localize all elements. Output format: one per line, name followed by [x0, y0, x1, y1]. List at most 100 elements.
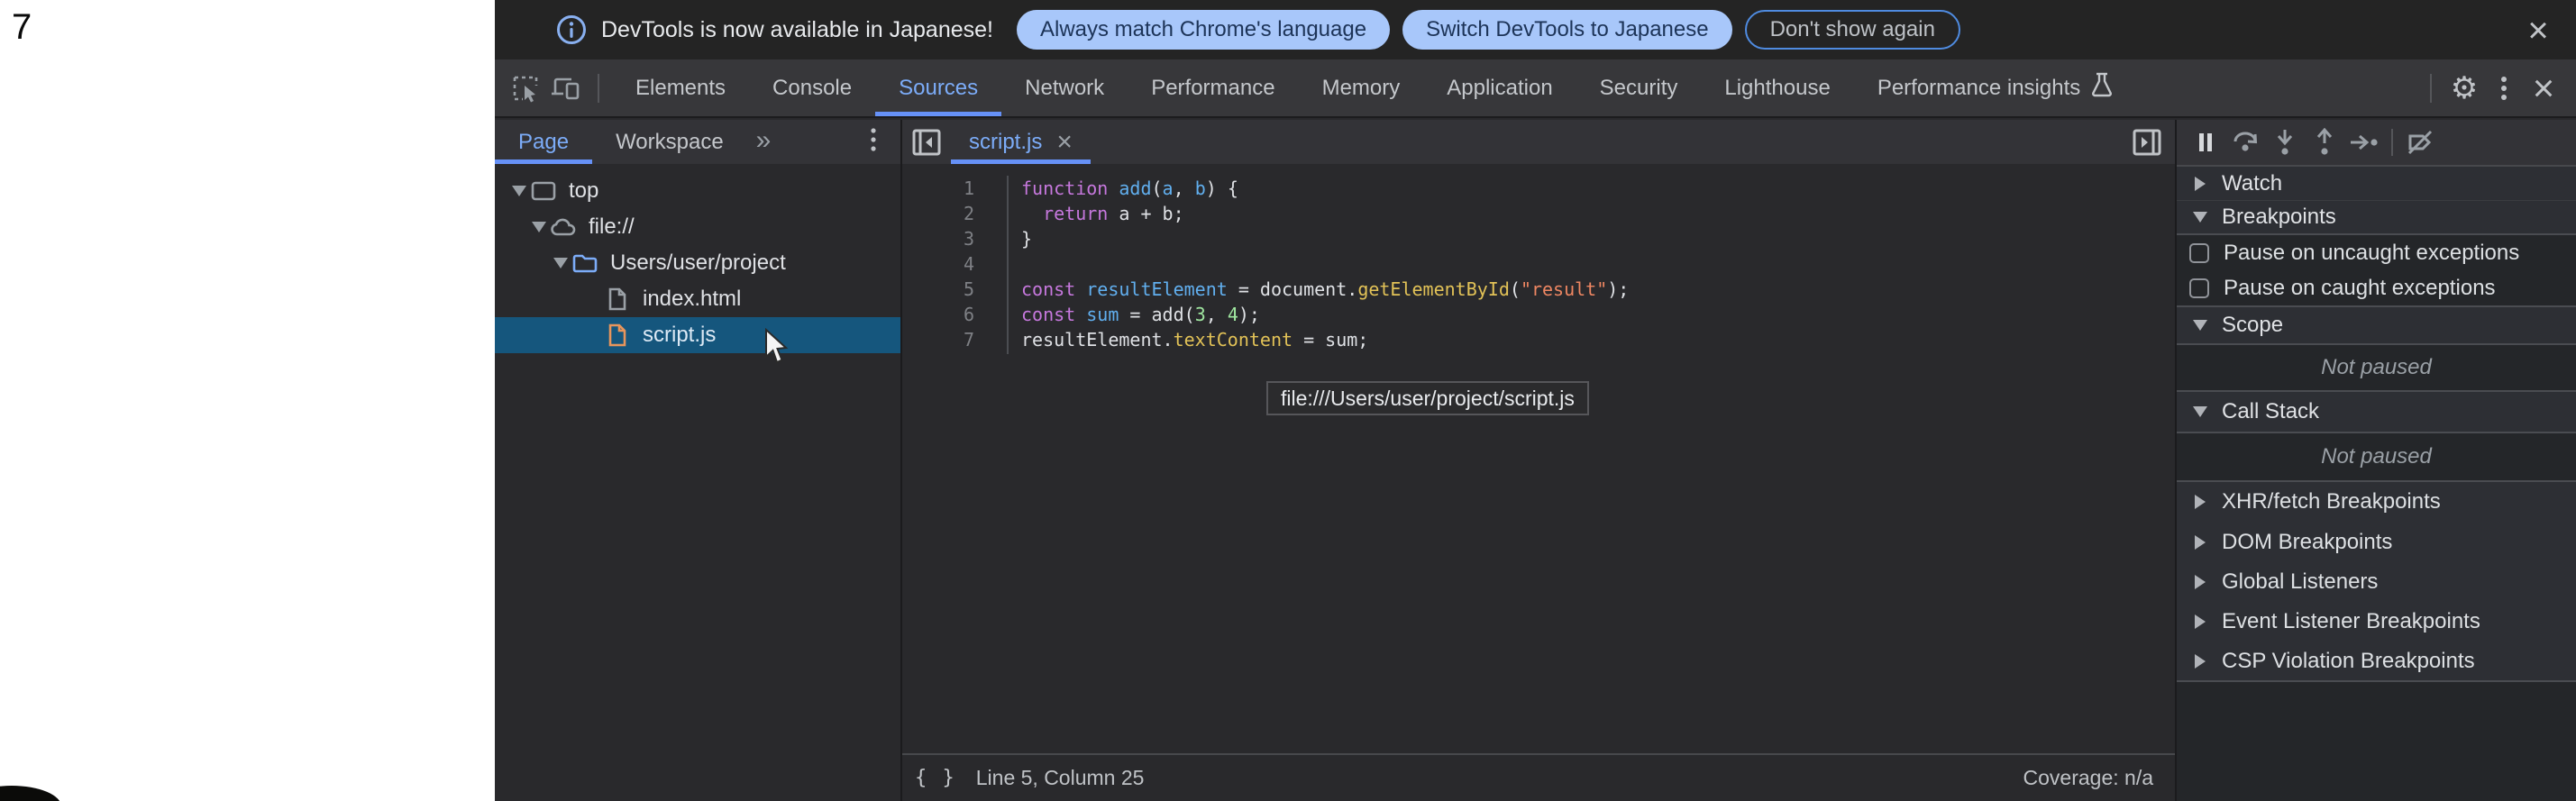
- chevron-right-icon[interactable]: [2191, 654, 2209, 669]
- code-line-3: 3}: [902, 226, 2175, 251]
- not-paused-message: Not paused: [2177, 433, 2576, 482]
- infobar-button-2[interactable]: Don't show again: [1745, 10, 1960, 50]
- tree-expand-arrow-icon[interactable]: [551, 258, 571, 269]
- settings-gear-icon[interactable]: ⚙: [2444, 68, 2484, 108]
- infobar-button-1[interactable]: Switch DevTools to Japanese: [1402, 10, 1732, 50]
- tab-elements[interactable]: Elements: [612, 59, 749, 116]
- navigator-tab-workspace[interactable]: Workspace: [592, 120, 747, 164]
- label: Pause on caught exceptions: [2224, 276, 2496, 301]
- editor-tab-close-icon[interactable]: ×: [1056, 129, 1073, 156]
- section-xhr-fetch-breakpoints[interactable]: XHR/fetch Breakpoints: [2177, 482, 2576, 522]
- chevron-down-icon[interactable]: [2191, 212, 2209, 223]
- tab-lighthouse[interactable]: Lighthouse: [1701, 59, 1853, 116]
- tree-row-Users-user-project[interactable]: Users/user/project: [495, 245, 900, 281]
- header-breakpoints[interactable]: Breakpoints: [2177, 201, 2576, 235]
- code-line-text: const sum = add(3, 4);: [974, 302, 1260, 327]
- coverage-text: Coverage: n/a: [2023, 766, 2153, 790]
- cursor-position-text: Line 5, Column 25: [976, 766, 1145, 790]
- code-line-6: 6const sum = add(3, 4);: [902, 302, 2175, 327]
- header-scope[interactable]: Scope: [2177, 307, 2576, 345]
- tree-expand-arrow-icon[interactable]: [529, 222, 549, 232]
- code-editor[interactable]: 1function add(a, b) {2 return a + b;3}45…: [902, 164, 2175, 753]
- step-over-icon[interactable]: [2225, 123, 2265, 162]
- code-line-1: 1function add(a, b) {: [902, 176, 2175, 201]
- infobar-message: DevTools is now available in Japanese!: [601, 17, 993, 43]
- tab-performance[interactable]: Performance: [1128, 59, 1298, 116]
- section-event-listener-breakpoints[interactable]: Event Listener Breakpoints: [2177, 602, 2576, 642]
- tree-row-file-[interactable]: file://: [495, 209, 900, 245]
- tab-memory[interactable]: Memory: [1299, 59, 1424, 116]
- header-watch[interactable]: Watch: [2177, 167, 2576, 201]
- debugger-sidebar: WatchBreakpointsPause on uncaught except…: [2175, 120, 2576, 801]
- code-line-text: resultElement.textContent = sum;: [974, 327, 1368, 352]
- checkbox-pause-on-uncaught-exceptions[interactable]: Pause on uncaught exceptions: [2177, 235, 2576, 271]
- tree-row-index-html[interactable]: index.html: [495, 281, 900, 317]
- line-number[interactable]: 3: [902, 226, 974, 251]
- label: Scope: [2222, 313, 2283, 338]
- code-line-text: return a + b;: [974, 201, 1184, 226]
- label: Global Listeners: [2222, 569, 2378, 595]
- step-out-icon[interactable]: [2305, 123, 2344, 162]
- hide-navigator-icon[interactable]: [902, 120, 951, 164]
- editor-status-bar: { } Line 5, Column 25 Coverage: n/a: [902, 753, 2175, 801]
- pretty-print-icon[interactable]: { }: [915, 767, 956, 789]
- chevron-right-icon[interactable]: [2191, 575, 2209, 589]
- header-call-stack[interactable]: Call Stack: [2177, 392, 2576, 433]
- step-icon[interactable]: [2344, 123, 2384, 162]
- tree-row-label: file://: [589, 214, 635, 240]
- infobar-button-0[interactable]: Always match Chrome's language: [1017, 10, 1390, 50]
- checkbox-unchecked[interactable]: [2189, 243, 2209, 263]
- info-icon: [556, 14, 587, 45]
- tree-row-script-js[interactable]: script.js: [495, 317, 900, 353]
- tab-security[interactable]: Security: [1576, 59, 1702, 116]
- tree-row-label: script.js: [643, 323, 716, 348]
- tree-row-top[interactable]: top: [495, 173, 900, 209]
- inspect-element-icon[interactable]: [506, 68, 545, 108]
- tab-performance-insights[interactable]: Performance insights: [1854, 59, 2136, 116]
- section-global-listeners[interactable]: Global Listeners: [2177, 562, 2576, 602]
- tree-row-label: top: [569, 178, 598, 204]
- tab-label: Lighthouse: [1724, 76, 1830, 101]
- line-number[interactable]: 7: [902, 327, 974, 352]
- device-toolbar-icon[interactable]: [545, 68, 585, 108]
- tree-expand-arrow-icon[interactable]: [509, 186, 529, 196]
- line-number[interactable]: 1: [902, 176, 974, 201]
- line-number[interactable]: 5: [902, 277, 974, 302]
- checkbox-unchecked[interactable]: [2189, 278, 2209, 298]
- debugger-sections: WatchBreakpointsPause on uncaught except…: [2177, 167, 2576, 682]
- line-number[interactable]: 6: [902, 302, 974, 327]
- chevron-right-icon[interactable]: [2191, 535, 2209, 550]
- code-line-2: 2 return a + b;: [902, 201, 2175, 226]
- navigator-more-kebab-icon[interactable]: [870, 126, 877, 158]
- navigator-overflow-chevrons[interactable]: »: [747, 125, 781, 156]
- not-paused-message: Not paused: [2177, 345, 2576, 392]
- tab-application[interactable]: Application: [1423, 59, 1576, 116]
- chevron-down-icon[interactable]: [2191, 406, 2209, 417]
- label: Not paused: [2321, 355, 2432, 380]
- section-dom-breakpoints[interactable]: DOM Breakpoints: [2177, 522, 2576, 562]
- chevron-right-icon[interactable]: [2191, 495, 2209, 509]
- section-csp-violation-breakpoints[interactable]: CSP Violation Breakpoints: [2177, 642, 2576, 682]
- line-number[interactable]: 2: [902, 201, 974, 226]
- page-corner-label: 7: [12, 7, 32, 48]
- checkbox-pause-on-caught-exceptions[interactable]: Pause on caught exceptions: [2177, 271, 2576, 307]
- infobar-close-icon[interactable]: ×: [2518, 11, 2558, 50]
- tab-sources[interactable]: Sources: [875, 59, 1001, 116]
- show-debugger-sidebar-icon[interactable]: [2119, 120, 2175, 164]
- editor-pane: script.js × 1function add(a, b) {2 retur…: [902, 120, 2175, 801]
- step-into-icon[interactable]: [2265, 123, 2305, 162]
- chevron-down-icon[interactable]: [2191, 320, 2209, 331]
- more-options-kebab-icon[interactable]: [2484, 68, 2524, 108]
- line-number[interactable]: 4: [902, 251, 974, 277]
- editor-tab-scriptjs[interactable]: script.js ×: [951, 120, 1091, 164]
- tab-label: Console: [772, 76, 852, 101]
- pause-script-icon[interactable]: [2186, 123, 2225, 162]
- deactivate-breakpoints-icon[interactable]: [2400, 123, 2440, 162]
- chevron-right-icon[interactable]: [2191, 177, 2209, 191]
- navigator-tab-page[interactable]: Page: [495, 120, 592, 164]
- close-devtools-icon[interactable]: ×: [2524, 68, 2563, 108]
- debugger-toolbar-separator: [2391, 129, 2393, 156]
- tab-network[interactable]: Network: [1001, 59, 1128, 116]
- tab-console[interactable]: Console: [749, 59, 875, 116]
- chevron-right-icon[interactable]: [2191, 614, 2209, 629]
